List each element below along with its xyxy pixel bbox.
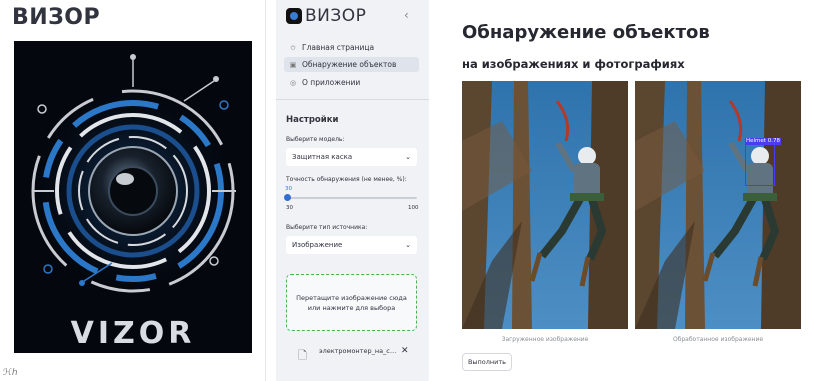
processed-image: Helmet 0.78	[635, 81, 801, 329]
chevron-left-icon[interactable]: ‹	[404, 8, 409, 22]
file-icon: 🗋	[298, 349, 307, 362]
app-title: ВИЗОР	[12, 5, 101, 30]
uploaded-image	[462, 81, 628, 329]
source-label: Выберите тип источника:	[286, 224, 368, 231]
nav-item-object-detection[interactable]: ▣ Обнаружение объектов	[284, 57, 419, 72]
page-subtitle: на изображениях и фотографиях	[462, 57, 685, 71]
nav-item-home[interactable]: ✩ Главная страница	[284, 40, 419, 55]
settings-heading: Настройки	[286, 115, 339, 125]
file-dropzone[interactable]: Перетащите изображение сюда или нажмите …	[286, 274, 417, 331]
chevron-down-icon: ⌄	[405, 153, 411, 161]
poster-wordmark: VIZOR	[70, 316, 196, 351]
confidence-label: Точность обнаружения (не менее, %):	[286, 176, 407, 183]
info-icon: ◎	[289, 78, 297, 87]
nav-item-label: Главная страница	[302, 43, 375, 52]
uploaded-image-caption: Загруженное изображение	[501, 336, 589, 343]
camera-eye-graphic	[23, 54, 243, 301]
image-icon: ▣	[289, 60, 297, 69]
model-label: Выберите модель:	[286, 136, 345, 143]
chevron-down-icon: ⌄	[405, 241, 411, 249]
uploaded-file-name: электромонтер_на_с…	[319, 347, 397, 355]
processed-image-caption: Обработанное изображение	[672, 336, 764, 343]
signature-mark: ℋℎ	[3, 368, 18, 378]
sidebar: ВИЗОР ‹ ✩ Главная страница ▣ Обнаружение…	[276, 0, 429, 381]
dropzone-text-line1: Перетащите изображение сюда	[296, 293, 407, 302]
lineman-photo-processed	[635, 81, 801, 329]
confidence-slider-thumb[interactable]	[284, 194, 291, 201]
detection-label: Helmet 0.78	[745, 138, 781, 145]
confidence-value: 30	[285, 186, 292, 192]
lineman-photo	[462, 81, 628, 329]
confidence-max: 100	[408, 205, 419, 211]
page-title: Обнаружение объектов	[462, 22, 710, 43]
brand-logo-eye	[290, 12, 298, 20]
model-select-value: Защитная каска	[292, 153, 353, 161]
source-select-value: Изображение	[292, 241, 343, 249]
vizor-poster: VIZOR	[14, 41, 252, 353]
run-button[interactable]: Выполнить	[462, 353, 512, 371]
sidebar-divider	[276, 99, 429, 100]
model-select[interactable]: Защитная каска ⌄	[286, 148, 417, 166]
nav-item-about[interactable]: ◎ О приложении	[284, 75, 419, 90]
nav-item-label: Обнаружение объектов	[302, 60, 397, 69]
sidebar-brand: ВИЗОР	[305, 6, 367, 26]
confidence-min: 30	[286, 205, 293, 211]
detection-bounding-box	[745, 144, 775, 186]
close-icon[interactable]: ✕	[401, 346, 409, 356]
dropzone-text-line2: или нажмите для выбора	[307, 303, 396, 312]
confidence-slider-track[interactable]	[286, 197, 417, 199]
logo-panel: ВИЗОР VIZOR ℋℎ	[0, 0, 266, 381]
source-select[interactable]: Изображение ⌄	[286, 236, 417, 254]
nav-item-label: О приложении	[302, 78, 361, 87]
star-icon: ✩	[290, 43, 296, 52]
